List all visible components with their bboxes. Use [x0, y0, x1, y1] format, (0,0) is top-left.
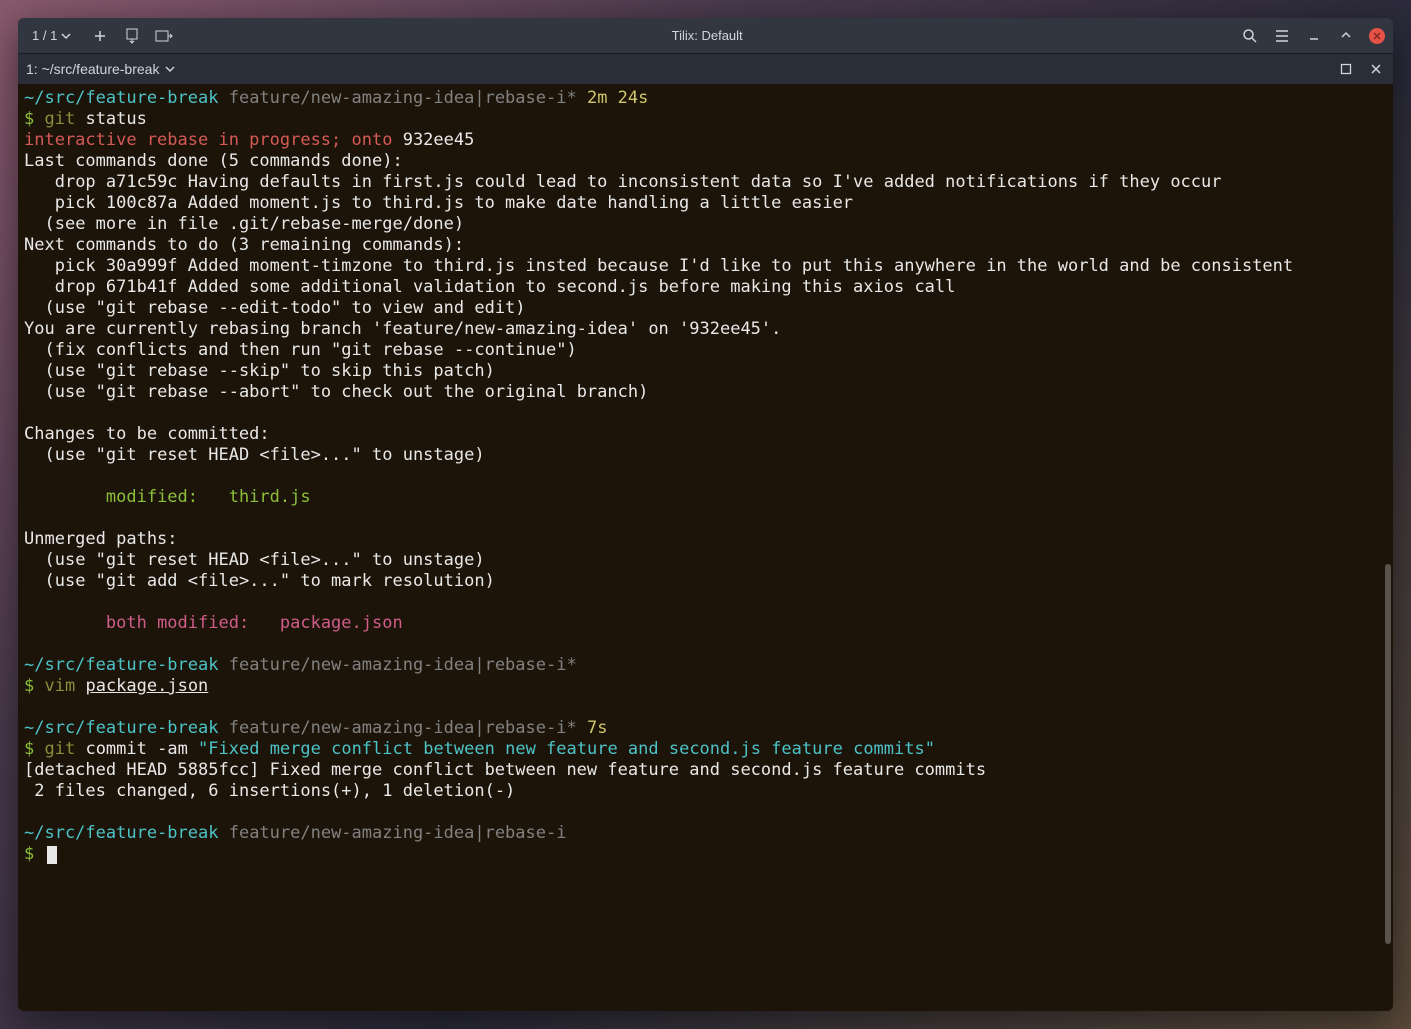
prompt-branch: feature/new-amazing-idea|rebase-i*: [229, 655, 577, 675]
prompt-time: 2m 24s: [587, 88, 648, 108]
edit-todo-hint: (use "git rebase --edit-todo" to view an…: [24, 298, 526, 318]
scrollbar-thumb[interactable]: [1385, 564, 1391, 944]
terminal-window: 1 / 1 Tilix: Default: [18, 18, 1393, 1011]
modified-file: modified: third.js: [24, 487, 311, 507]
cmd-git: git: [45, 109, 76, 129]
maximize-button[interactable]: [1337, 27, 1355, 45]
prompt-symbol: $: [24, 109, 34, 129]
new-session-button[interactable]: [91, 27, 109, 45]
next-header: Next commands to do (3 remaining command…: [24, 235, 464, 255]
chevron-down-icon: [61, 31, 71, 41]
close-button[interactable]: [1369, 28, 1385, 44]
see-more: (see more in file .git/rebase-merge/done…: [24, 214, 464, 234]
prompt-symbol: $: [24, 844, 34, 864]
currently-rebasing: You are currently rebasing branch 'featu…: [24, 319, 781, 339]
rebase-header: interactive rebase in progress; onto: [24, 130, 403, 150]
prompt-symbol: $: [24, 739, 34, 759]
terminal-tab[interactable]: 1: ~/src/feature-break: [26, 61, 175, 77]
maximize-icon: [1340, 30, 1352, 42]
cmd-commit-msg: "Fixed merge conflict between new featur…: [198, 739, 935, 759]
tabbar: 1: ~/src/feature-break: [18, 54, 1393, 84]
skip-hint: (use "git rebase --skip" to skip this pa…: [24, 361, 495, 381]
prompt-branch: feature/new-amazing-idea|rebase-i*: [229, 88, 577, 108]
tab-close-button[interactable]: [1367, 60, 1385, 78]
cursor: [47, 846, 57, 864]
done-line: drop a71c59c Having defaults in first.js…: [24, 172, 1222, 192]
prompt-branch: feature/new-amazing-idea|rebase-i*: [229, 718, 577, 738]
tab-maximize-button[interactable]: [1337, 60, 1355, 78]
prompt-time: 7s: [587, 718, 607, 738]
cmd-args: status: [75, 109, 147, 129]
unstage-hint: (use "git reset HEAD <file>..." to unsta…: [24, 445, 485, 465]
both-modified-file: both modified: package.json: [24, 613, 403, 633]
prompt-cwd: ~/src/feature-break: [24, 88, 218, 108]
titlebar: 1 / 1 Tilix: Default: [18, 18, 1393, 54]
last-done-header: Last commands done (5 commands done):: [24, 151, 403, 171]
hamburger-icon: [1275, 30, 1289, 42]
prompt-symbol: $: [24, 676, 34, 696]
square-icon: [1340, 63, 1352, 75]
abort-hint: (use "git rebase --abort" to check out t…: [24, 382, 648, 402]
mark-resolution-hint: (use "git add <file>..." to mark resolut…: [24, 571, 495, 591]
split-right-icon: [155, 29, 173, 43]
unmerged-header: Unmerged paths:: [24, 529, 178, 549]
window-title: Tilix: Default: [173, 28, 1241, 43]
close-icon: [1370, 63, 1382, 75]
prompt-cwd: ~/src/feature-break: [24, 655, 218, 675]
close-icon: [1372, 31, 1382, 41]
prompt-cwd: ~/src/feature-break: [24, 718, 218, 738]
minimize-button[interactable]: [1305, 27, 1323, 45]
unstage-hint: (use "git reset HEAD <file>..." to unsta…: [24, 550, 485, 570]
cmd-git: git: [45, 739, 76, 759]
cmd-file: package.json: [85, 676, 208, 696]
onto-sha: 932ee45: [403, 130, 475, 150]
terminal-output[interactable]: ~/src/feature-break feature/new-amazing-…: [18, 84, 1393, 1011]
split-down-icon: [125, 28, 139, 44]
chevron-down-icon: [165, 64, 175, 74]
session-count: 1 / 1: [32, 28, 57, 43]
search-icon: [1242, 28, 1258, 44]
commit-output: [detached HEAD 5885fcc] Fixed merge conf…: [24, 760, 986, 780]
plus-icon: [93, 29, 107, 43]
cmd-vim: vim: [45, 676, 76, 696]
tab-label: 1: ~/src/feature-break: [26, 61, 159, 77]
cmd-args: commit -am: [75, 739, 198, 759]
commit-output: 2 files changed, 6 insertions(+), 1 dele…: [24, 781, 515, 801]
prompt-cwd: ~/src/feature-break: [24, 823, 218, 843]
split-right-button[interactable]: [155, 27, 173, 45]
search-button[interactable]: [1241, 27, 1259, 45]
minimize-icon: [1308, 30, 1320, 42]
next-line: drop 671b41f Added some additional valid…: [24, 277, 955, 297]
done-line: pick 100c87a Added moment.js to third.js…: [24, 193, 853, 213]
prompt-branch: feature/new-amazing-idea|rebase-i: [229, 823, 567, 843]
fix-hint: (fix conflicts and then run "git rebase …: [24, 340, 577, 360]
next-line: pick 30a999f Added moment-timzone to thi…: [24, 256, 1293, 276]
session-indicator[interactable]: 1 / 1: [26, 26, 77, 45]
menu-button[interactable]: [1273, 27, 1291, 45]
changes-header: Changes to be committed:: [24, 424, 270, 444]
split-down-button[interactable]: [123, 27, 141, 45]
